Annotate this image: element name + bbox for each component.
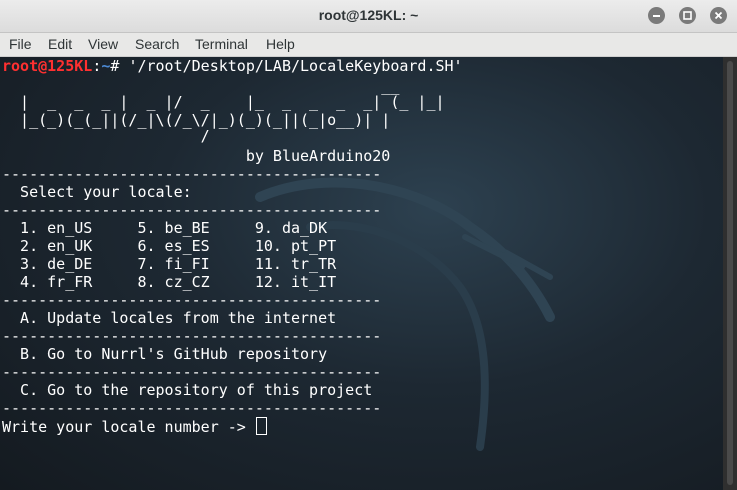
minimize-icon (653, 15, 660, 17)
title-bar[interactable]: root@125KL: ~ (0, 0, 737, 33)
input-line[interactable]: Write your locale number -> (2, 417, 267, 436)
vertical-scrollbar[interactable] (723, 57, 737, 490)
command-text: '/root/Desktop/LAB/LocaleKeyboard.SH' (128, 57, 463, 75)
separator-line: ----------------------------------------… (2, 327, 382, 345)
locale-row: 3. de_DE 7. fi_FI 11. tr_TR (2, 255, 337, 273)
locale-row: 2. en_UK 6. es_ES 10. pt_PT (2, 237, 337, 255)
menu-bar: File Edit View Search Terminal Help (0, 33, 737, 57)
option-update-locales: A. Update locales from the internet (2, 309, 337, 327)
prompt-symbol: # (110, 57, 129, 75)
close-button[interactable] (710, 7, 727, 24)
maximize-button[interactable] (679, 7, 696, 24)
byline: by BlueArduino20 (2, 147, 391, 165)
separator-line: ----------------------------------------… (2, 363, 382, 381)
text-cursor[interactable] (255, 417, 267, 435)
window-title: root@125KL: ~ (318, 7, 419, 23)
locale-row: 4. fr_FR 8. cz_CZ 12. it_IT (2, 273, 337, 291)
select-heading: Select your locale: (2, 183, 192, 201)
menu-view[interactable]: View (88, 36, 118, 52)
scrollbar-thumb[interactable] (727, 61, 733, 485)
banner-line: / (2, 127, 210, 145)
option-project-repo: C. Go to the repository of this project (2, 381, 373, 399)
terminal-output[interactable]: root@125KL:~# '/root/Desktop/LAB/LocaleK… (0, 57, 723, 490)
input-prompt: Write your locale number -> (2, 418, 255, 436)
menu-search[interactable]: Search (135, 36, 179, 52)
maximize-icon (683, 11, 692, 20)
separator-line: ----------------------------------------… (2, 165, 382, 183)
prompt-separator: : (92, 57, 102, 75)
close-icon (714, 11, 723, 20)
minimize-button[interactable] (648, 7, 665, 24)
separator-line: ----------------------------------------… (2, 399, 382, 417)
separator-line: ----------------------------------------… (2, 291, 382, 309)
separator-line: ----------------------------------------… (2, 201, 382, 219)
option-nurrl-github: B. Go to Nurrl's GitHub repository (2, 345, 328, 363)
menu-terminal[interactable]: Terminal (195, 36, 248, 52)
prompt-user: root@125KL (2, 57, 93, 75)
menu-help[interactable]: Help (266, 36, 295, 52)
menu-edit[interactable]: Edit (48, 36, 72, 52)
menu-file[interactable]: File (9, 36, 32, 52)
banner-line: | _ _ _ | _ |/ _ |_ _ _ _ _| (_ |_| (2, 93, 445, 111)
locale-row: 1. en_US 5. be_BE 9. da_DK (2, 219, 328, 237)
terminal-window: root@125KL: ~ File Edit View Search Term… (0, 0, 737, 490)
command-line: root@125KL:~# '/root/Desktop/LAB/LocaleK… (2, 57, 463, 75)
